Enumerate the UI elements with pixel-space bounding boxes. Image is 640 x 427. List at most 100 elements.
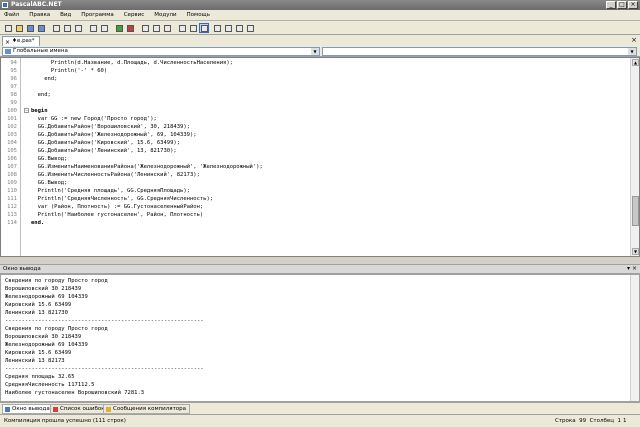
error-icon xyxy=(53,407,58,412)
code-editor[interactable]: 94 Println(d.Название, d.Площадь, d.Числ… xyxy=(0,57,640,257)
code-line[interactable]: GG.ИзменитьНаименованиеРайона('Железнодо… xyxy=(31,163,263,171)
output-panel-header: Окно вывода ▾ × xyxy=(0,264,640,274)
tab-compiler-messages[interactable]: Сообщения компилятора xyxy=(103,404,191,414)
status-extra: 1 xyxy=(623,418,627,424)
code-line[interactable]: end. xyxy=(31,219,44,227)
tab-e-pas[interactable]: × ♦e.pas* xyxy=(2,36,40,46)
minimize-button[interactable]: _ xyxy=(606,1,616,9)
paste-icon[interactable] xyxy=(73,23,83,33)
close-editor-icon[interactable]: × xyxy=(631,36,637,45)
code-line[interactable]: GG.Вывод; xyxy=(31,155,68,163)
output-line: Железнодорожный 69 104339 xyxy=(5,342,88,348)
run-to-cursor-icon[interactable] xyxy=(177,23,187,33)
scroll-up-icon[interactable]: ▲ xyxy=(632,59,639,66)
code-line[interactable]: GG.ДобавитьРайон('Железнодорожный', 69, … xyxy=(31,131,197,139)
menu-modules[interactable]: Модули xyxy=(154,12,176,18)
settings-icon[interactable] xyxy=(245,23,255,33)
stop-icon[interactable] xyxy=(125,23,135,33)
output-line: Сведения по городу Просто город xyxy=(5,278,108,284)
code-line[interactable]: GG.Вывод; xyxy=(31,179,68,187)
scrollbar-thumb[interactable] xyxy=(632,196,639,226)
scope-select-value: Глобальные имена xyxy=(13,48,68,54)
line-number: 96 xyxy=(10,76,17,82)
tab-output-window[interactable]: Окно вывода xyxy=(2,404,54,414)
globals-icon xyxy=(5,49,11,54)
toolbar xyxy=(0,21,640,35)
save-all-icon[interactable] xyxy=(36,23,46,33)
code-line[interactable]: var (Район, Плотность) := GG.Густонаселе… xyxy=(31,203,204,211)
code-line[interactable]: var GG := new Город('Просто город'); xyxy=(31,115,157,123)
scope-select[interactable]: Глобальные имена ▼ xyxy=(2,47,320,56)
tab-error-label: Список ошибок xyxy=(60,406,105,412)
tab-compiler-label: Сообщения компилятора xyxy=(113,406,187,412)
open-file-icon[interactable] xyxy=(14,23,24,33)
line-number: 98 xyxy=(10,92,17,98)
output-line: Ворошиловский 30 218439 xyxy=(5,286,82,292)
output-panel-title: Окно вывода xyxy=(3,266,41,272)
menu-view[interactable]: Вид xyxy=(60,12,71,18)
menu-help[interactable]: Помощь xyxy=(187,12,210,18)
code-line[interactable]: GG.ИзменитьЧисленностьРайона('Ленинский'… xyxy=(31,171,200,179)
watch-icon[interactable] xyxy=(223,23,233,33)
run-icon[interactable] xyxy=(114,23,124,33)
new-file-icon[interactable] xyxy=(3,23,13,33)
breakpoint-icon[interactable] xyxy=(234,23,244,33)
output-window-icon[interactable] xyxy=(199,23,209,33)
step-into-icon[interactable] xyxy=(140,23,150,33)
output-scrollbar[interactable] xyxy=(630,275,639,401)
member-select[interactable]: ▼ xyxy=(322,47,637,56)
output-icon xyxy=(5,407,10,412)
tab-error-list[interactable]: Список ошибок xyxy=(50,404,109,414)
format-code-icon[interactable] xyxy=(212,23,222,33)
code-line[interactable]: GG.ДобавитьРайон('Ленинский', 13, 821730… xyxy=(31,147,177,155)
scroll-down-icon[interactable]: ▼ xyxy=(632,248,639,255)
output-line: Кировский 15.6 63499 xyxy=(5,350,72,356)
code-line[interactable]: GG.ДобавитьРайон('Кировский', 15.6, 6349… xyxy=(31,139,180,147)
save-icon[interactable] xyxy=(25,23,35,33)
line-number: 108 xyxy=(7,172,17,178)
chevron-down-icon[interactable]: ▼ xyxy=(311,48,319,55)
code-line[interactable]: Println('Наиболее густонаселен', Район, … xyxy=(31,211,204,219)
cursor-position: Строка 99 Столбец 1 xyxy=(555,418,622,424)
maximize-button[interactable]: □ xyxy=(617,1,627,9)
menu-bar: Файл Правка Вид Программа Сервис Модули … xyxy=(0,10,640,21)
chevron-down-icon[interactable]: ▼ xyxy=(628,48,636,55)
panel-close-icon[interactable]: ▾ × xyxy=(627,265,637,273)
code-line[interactable]: GG.ДобавитьРайон('Ворошиловский', 30, 21… xyxy=(31,123,190,131)
output-line: Кировский 15.6 63499 xyxy=(5,302,72,308)
editor-scrollbar[interactable]: ▲ ▼ xyxy=(630,58,639,256)
line-number: 97 xyxy=(10,84,17,90)
menu-file[interactable]: Файл xyxy=(4,12,19,18)
code-line[interactable]: Println('Средняя площадь', GG.СредняяПло… xyxy=(31,187,190,195)
menu-program[interactable]: Программа xyxy=(81,12,113,18)
menu-edit[interactable]: Правка xyxy=(29,12,50,18)
copy-icon[interactable] xyxy=(62,23,72,33)
output-line: СредняяЧисленность 117112.5 xyxy=(5,382,95,388)
output-line: Сведения по городу Просто город xyxy=(5,326,108,332)
output-line: Ворошиловский 30 218439 xyxy=(5,334,82,340)
step-out-icon[interactable] xyxy=(162,23,172,33)
code-line[interactable]: Println('СредняяЧисленность', GG.Средняя… xyxy=(31,195,214,203)
code-line[interactable]: end; xyxy=(31,75,57,83)
redo-icon[interactable] xyxy=(99,23,109,33)
code-line[interactable]: Println('-' * 60) xyxy=(31,67,107,75)
cut-icon[interactable] xyxy=(51,23,61,33)
step-over-icon[interactable] xyxy=(151,23,161,33)
fold-toggle-icon[interactable]: − xyxy=(24,108,29,113)
output-line: Железнодорожный 69 104339 xyxy=(5,294,88,300)
code-line[interactable]: end; xyxy=(31,91,51,99)
undo-icon[interactable] xyxy=(88,23,98,33)
menu-service[interactable]: Сервис xyxy=(124,12,145,18)
close-button[interactable]: × xyxy=(628,1,638,9)
status-message: Компиляция прошла успешно (111 строк) xyxy=(4,418,126,424)
line-number: 111 xyxy=(7,196,17,202)
line-number: 94 xyxy=(10,60,17,66)
message-icon xyxy=(106,407,111,412)
code-line[interactable]: begin xyxy=(31,107,48,115)
debug-icon[interactable] xyxy=(188,23,198,33)
output-window[interactable]: Сведения по городу Просто город Ворошилов… xyxy=(0,274,640,402)
window-title: PascalABC.NET xyxy=(11,1,62,8)
output-line: ----------------------------------------… xyxy=(5,366,204,372)
code-line[interactable]: Println(d.Название, d.Площадь, d.Численн… xyxy=(31,59,233,67)
app-icon xyxy=(2,2,8,8)
